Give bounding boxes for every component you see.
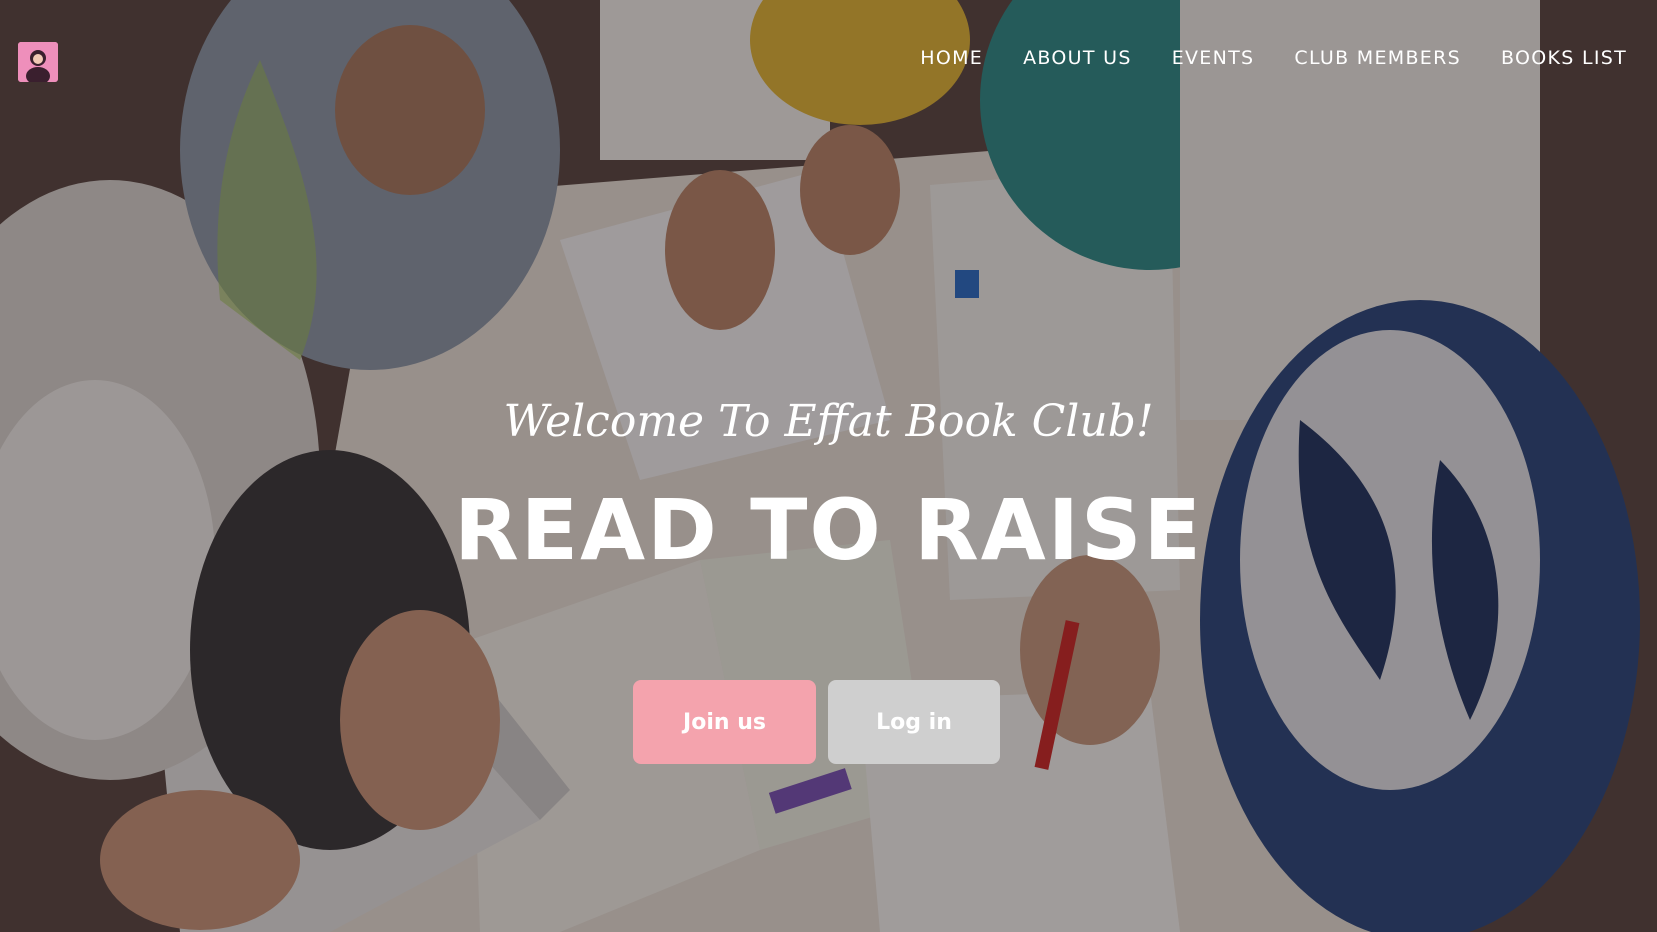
profile-avatar-icon	[18, 42, 58, 82]
nav-club-members[interactable]: CLUB MEMBERS	[1274, 44, 1481, 72]
headline: READ TO RAISE	[454, 481, 1203, 579]
join-us-button[interactable]: Join us	[633, 680, 816, 764]
dark-overlay	[0, 0, 1657, 932]
nav-books-list[interactable]: BOOKS LIST	[1481, 44, 1639, 72]
nav-home[interactable]: HOME	[900, 44, 1003, 72]
nav-events[interactable]: EVENTS	[1152, 44, 1275, 72]
logo[interactable]	[18, 42, 58, 82]
welcome-text: Welcome To Effat Book Club!	[503, 396, 1154, 447]
hero-section: HOME ABOUT US EVENTS CLUB MEMBERS BOOKS …	[0, 0, 1657, 932]
main-navigation: HOME ABOUT US EVENTS CLUB MEMBERS BOOKS …	[900, 44, 1639, 72]
nav-about-us[interactable]: ABOUT US	[1003, 44, 1152, 72]
log-in-button[interactable]: Log in	[828, 680, 1000, 764]
cta-buttons: Join us Log in	[633, 680, 1000, 764]
